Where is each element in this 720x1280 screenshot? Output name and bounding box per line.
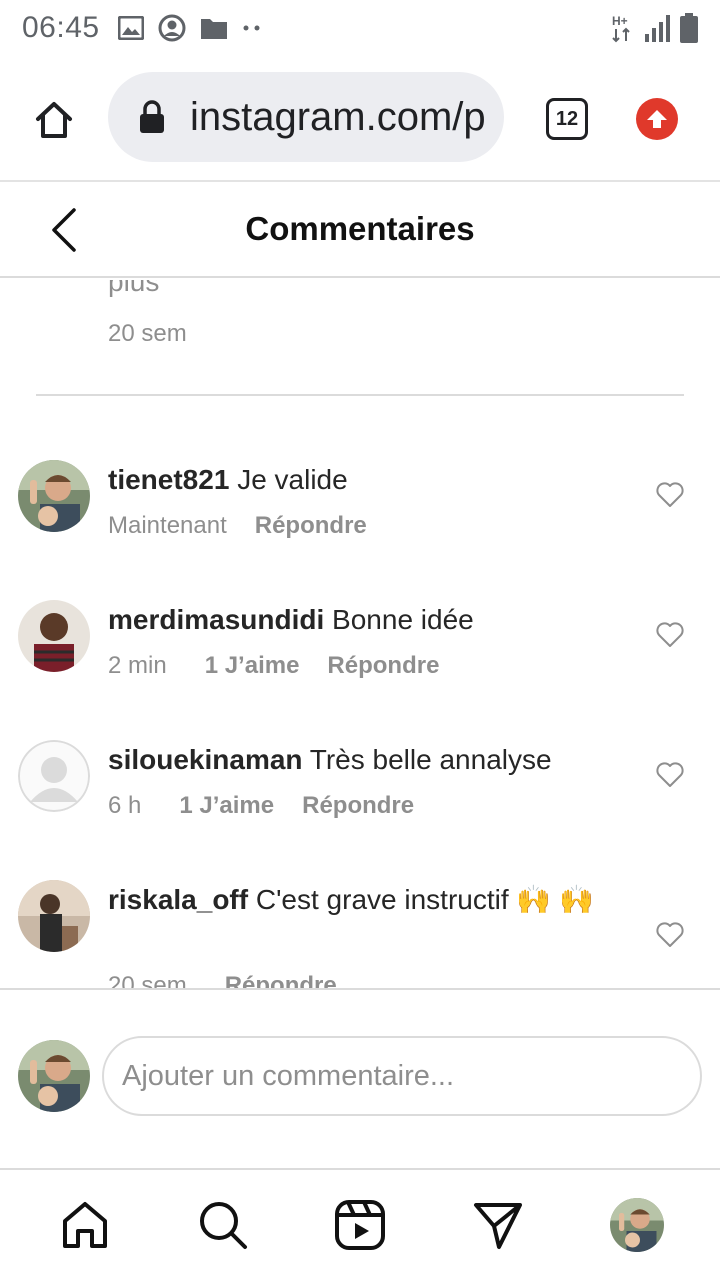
reels-icon: [335, 1200, 385, 1250]
nav-home-button[interactable]: [58, 1198, 112, 1252]
nav-direct-button[interactable]: [471, 1198, 525, 1252]
add-comment-input[interactable]: Ajouter un commentaire...: [102, 1036, 702, 1116]
heart-icon[interactable]: [656, 482, 684, 508]
comment-body: Je valide: [237, 464, 348, 495]
comment-meta: 2 min 1 J’aime Répondre: [108, 652, 439, 680]
tab-switcher-button[interactable]: 12: [546, 98, 588, 140]
previous-comment-time: 20 sem: [108, 320, 187, 347]
comment-username[interactable]: silouekinaman: [108, 744, 303, 775]
section-divider: [36, 394, 684, 396]
comment-time: Maintenant: [108, 512, 227, 539]
arrow-up-icon: [647, 110, 667, 128]
comment-body: C'est grave instructif 🙌 🙌: [255, 884, 594, 915]
svg-text:H+: H+: [612, 14, 628, 28]
comment-username[interactable]: merdimasundidi: [108, 604, 324, 635]
browser-update-button[interactable]: [636, 98, 678, 140]
comment-text: tienet821 Je valide: [108, 460, 628, 500]
heart-icon[interactable]: [656, 762, 684, 788]
home-icon: [63, 1202, 107, 1248]
comment-body: Bonne idée: [332, 604, 474, 635]
comment-time: 6 h: [108, 792, 142, 819]
network-hplus-icon: H+: [612, 13, 634, 43]
reply-button[interactable]: Répondre: [327, 652, 439, 680]
reply-button[interactable]: Répondre: [255, 512, 367, 540]
likes-count-link[interactable]: 1 J’aime: [179, 792, 274, 820]
image-icon: [117, 16, 144, 40]
direct-message-icon: [474, 1203, 522, 1249]
nav-search-button[interactable]: [196, 1198, 250, 1252]
comment-username[interactable]: tienet821: [108, 464, 229, 495]
comments-list[interactable]: plus 20 sem tienet821 Je valide Maintena…: [0, 280, 720, 988]
profile-avatar: [610, 1198, 664, 1252]
comment-time: 20 sem: [108, 972, 187, 988]
more-dots-icon: [242, 24, 262, 32]
status-bar: 06:45 H+: [0, 0, 720, 56]
avatar[interactable]: [18, 740, 90, 812]
avatar[interactable]: [18, 600, 90, 672]
comment-text: silouekinaman Très belle annalyse: [108, 740, 628, 780]
comment-text: riskala_off C'est grave instructif 🙌 🙌: [108, 880, 628, 920]
reply-button[interactable]: Répondre: [225, 972, 337, 988]
folder-icon: [200, 16, 228, 40]
lock-icon: [140, 100, 164, 133]
comment-text: merdimasundidi Bonne idée: [108, 600, 628, 640]
comment-meta: 20 sem Répondre: [108, 972, 337, 988]
comment-input-bar: Ajouter un commentaire...: [0, 988, 720, 1170]
comment-username[interactable]: riskala_off: [108, 884, 248, 915]
search-icon: [200, 1202, 247, 1249]
comment-meta: Maintenant Répondre: [108, 512, 367, 540]
reply-button[interactable]: Répondre: [302, 792, 414, 820]
likes-count-link[interactable]: 1 J’aime: [205, 652, 300, 680]
heart-icon[interactable]: [656, 922, 684, 948]
page-header: Commentaires: [0, 182, 720, 278]
status-time: 06:45: [22, 11, 100, 44]
comment-time: 2 min: [108, 652, 167, 679]
browser-home-button[interactable]: [30, 96, 78, 144]
account-circle-icon: [158, 14, 186, 42]
url-bar[interactable]: instagram.com/p: [108, 72, 504, 162]
battery-icon: [680, 13, 698, 43]
page-title: Commentaires: [245, 210, 475, 247]
previous-comment-more-text[interactable]: plus: [108, 280, 159, 298]
comment-meta: 6 h 1 J’aime Répondre: [108, 792, 414, 820]
comment-body: Très belle annalyse: [309, 744, 552, 775]
url-text: instagram.com/p: [190, 94, 486, 139]
browser-toolbar: instagram.com/p 12: [0, 56, 720, 180]
avatar[interactable]: [18, 460, 90, 532]
home-icon: [36, 102, 72, 138]
nav-profile-button[interactable]: [610, 1198, 664, 1252]
heart-icon[interactable]: [656, 622, 684, 648]
nav-reels-button[interactable]: [333, 1198, 387, 1252]
current-user-avatar: [18, 1040, 90, 1112]
signal-icon: [644, 14, 670, 42]
avatar[interactable]: [18, 880, 90, 952]
bottom-nav: [0, 1170, 720, 1280]
